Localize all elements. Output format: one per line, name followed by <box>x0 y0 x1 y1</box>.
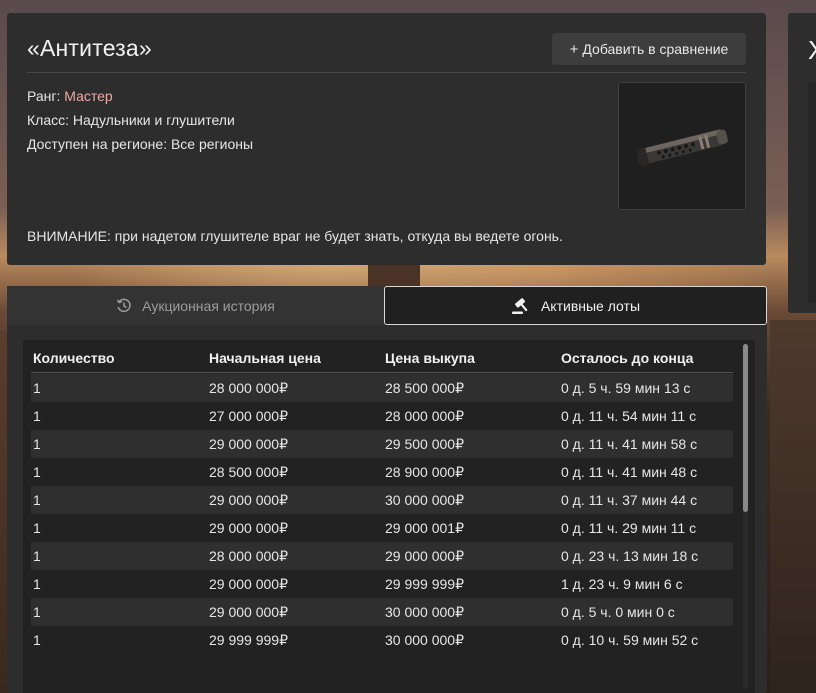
cell-start-price: 27 000 000₽ <box>209 408 288 424</box>
cell-quantity: 1 <box>33 520 41 536</box>
cell-quantity: 1 <box>33 576 41 592</box>
cell-quantity: 1 <box>33 464 41 480</box>
table-row[interactable]: 1 29 000 000₽ 30 000 000₽ 0 д. 11 ч. 37 мин… <box>31 486 733 514</box>
cell-start-price: 29 000 000₽ <box>209 520 288 536</box>
item-thumbnail <box>618 82 746 210</box>
market-panel: Аукционная история Активные лоты Количес… <box>7 286 767 693</box>
cell-quantity: 1 <box>33 492 41 508</box>
add-to-compare-button[interactable]: + Добавить в сравнение <box>552 33 746 65</box>
cell-buyout-price: 28 900 000₽ <box>385 464 464 480</box>
tab-auction-history[interactable]: Аукционная история <box>7 286 384 325</box>
cell-buyout-price: 28 500 000₽ <box>385 380 464 396</box>
item-title: «Антитеза» <box>27 35 152 61</box>
tab-active-lots-label: Активные лоты <box>540 297 641 314</box>
side-panel: Х <box>788 13 816 313</box>
tab-auction-history-label: Аукционная история <box>142 297 275 314</box>
header-buyout-price[interactable]: Цена выкупа <box>385 350 475 366</box>
table-row[interactable]: 1 29 000 000₽ 30 000 000₽ 0 д. 5 ч. 0 мин 0… <box>31 598 733 626</box>
rank-value: Мастер <box>64 88 113 104</box>
cell-time-left: 0 д. 5 ч. 0 мин 0 с <box>561 604 675 620</box>
cell-start-price: 28 000 000₽ <box>209 380 288 396</box>
cell-start-price: 28 500 000₽ <box>209 464 288 480</box>
cell-time-left: 0 д. 11 ч. 29 мин 11 с <box>561 520 697 536</box>
cell-time-left: 0 д. 11 ч. 41 мин 48 с <box>561 464 698 480</box>
table-row[interactable]: 1 29 000 000₽ 29 000 001₽ 0 д. 11 ч. 29 мин… <box>31 514 733 542</box>
cell-quantity: 1 <box>33 604 41 620</box>
plus-icon: + <box>569 40 579 58</box>
add-to-compare-label: Добавить в сравнение <box>582 41 729 57</box>
background-ruin-right <box>770 320 816 693</box>
table-header: Количество Начальная цена Цена выкупа Ос… <box>31 340 733 373</box>
cell-buyout-price: 29 000 001₽ <box>385 520 464 536</box>
cell-time-left: 0 д. 11 ч. 37 мин 44 с <box>561 492 698 508</box>
table-row[interactable]: 1 28 000 000₽ 29 000 000₽ 0 д. 23 ч. 13 мин… <box>31 542 733 570</box>
suppressor-icon <box>636 129 728 167</box>
title-divider <box>27 72 746 73</box>
item-info-panel: «Антитеза» + Добавить в сравнение Ранг: … <box>7 13 766 265</box>
cell-time-left: 0 д. 23 ч. 13 мин 18 с <box>561 548 699 564</box>
table-row[interactable]: 1 29 999 999₽ 30 000 000₽ 0 д. 10 ч. 59 мин… <box>31 626 733 654</box>
cell-buyout-price: 29 000 000₽ <box>385 548 464 564</box>
cell-start-price: 29 999 999₽ <box>209 632 288 648</box>
header-start-price[interactable]: Начальная цена <box>209 350 321 366</box>
tab-active-lots[interactable]: Активные лоты <box>384 286 767 325</box>
cell-quantity: 1 <box>33 408 41 424</box>
cell-start-price: 29 000 000₽ <box>209 604 288 620</box>
table-body: 1 28 000 000₽ 28 500 000₽ 0 д. 5 ч. 59 мин … <box>31 374 733 654</box>
cell-time-left: 0 д. 11 ч. 54 мин 11 с <box>561 408 697 424</box>
table-row[interactable]: 1 28 000 000₽ 28 500 000₽ 0 д. 5 ч. 59 мин … <box>31 374 733 402</box>
history-icon <box>116 298 132 314</box>
silencer-warning: ВНИМАНИЕ: при надетом глушителе враг не … <box>27 228 563 244</box>
scrollbar-thumb[interactable] <box>743 344 748 512</box>
table-scrollbar[interactable] <box>743 344 748 689</box>
cell-time-left: 0 д. 11 ч. 41 мин 58 с <box>561 436 698 452</box>
gavel-icon <box>511 297 531 315</box>
rank-label: Ранг: <box>27 88 61 104</box>
side-panel-title: Х <box>808 35 816 66</box>
item-region: Доступен на регионе: Все регионы <box>27 136 254 152</box>
table-row[interactable]: 1 29 000 000₽ 29 500 000₽ 0 д. 11 ч. 41 мин… <box>31 430 733 458</box>
cell-buyout-price: 30 000 000₽ <box>385 604 464 620</box>
cell-buyout-price: 29 999 999₽ <box>385 576 464 592</box>
cell-start-price: 29 000 000₽ <box>209 492 288 508</box>
cell-buyout-price: 28 000 000₽ <box>385 408 464 424</box>
cell-quantity: 1 <box>33 548 41 564</box>
cell-start-price: 29 000 000₽ <box>209 436 288 452</box>
cell-time-left: 1 д. 23 ч. 9 мин 6 с <box>561 576 683 592</box>
cell-quantity: 1 <box>33 380 41 396</box>
cell-time-left: 0 д. 5 ч. 59 мин 13 с <box>561 380 691 396</box>
cell-buyout-price: 30 000 000₽ <box>385 492 464 508</box>
header-quantity[interactable]: Количество <box>33 350 115 366</box>
item-rank: Ранг: Мастер <box>27 88 113 104</box>
cell-start-price: 28 000 000₽ <box>209 548 288 564</box>
cell-buyout-price: 30 000 000₽ <box>385 632 464 648</box>
table-row[interactable]: 1 27 000 000₽ 28 000 000₽ 0 д. 11 ч. 54 мин… <box>31 402 733 430</box>
cell-time-left: 0 д. 10 ч. 59 мин 52 с <box>561 632 699 648</box>
item-class: Класс: Надульники и глушители <box>27 112 235 128</box>
cell-quantity: 1 <box>33 632 41 648</box>
active-lots-table: Количество Начальная цена Цена выкупа Ос… <box>23 340 755 693</box>
header-time-left[interactable]: Осталось до конца <box>561 350 693 366</box>
side-panel-content <box>808 83 816 303</box>
cell-start-price: 29 000 000₽ <box>209 576 288 592</box>
table-row[interactable]: 1 28 500 000₽ 28 900 000₽ 0 д. 11 ч. 41 мин… <box>31 458 733 486</box>
table-row[interactable]: 1 29 000 000₽ 29 999 999₽ 1 д. 23 ч. 9 мин … <box>31 570 733 598</box>
cell-quantity: 1 <box>33 436 41 452</box>
cell-buyout-price: 29 500 000₽ <box>385 436 464 452</box>
